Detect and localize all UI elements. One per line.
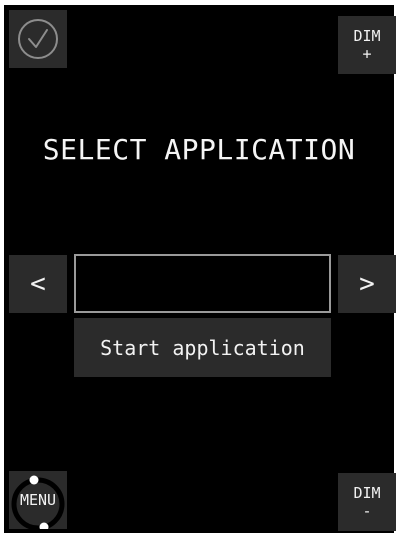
dim-down-symbol: - <box>362 502 372 520</box>
dim-down-label: DIM <box>353 484 381 502</box>
menu-button[interactable]: MENU <box>9 471 67 529</box>
dim-up-label: DIM <box>353 27 381 45</box>
chevron-left-icon: < <box>30 269 46 299</box>
start-application-label: Start application <box>100 335 305 360</box>
check-circle-icon <box>18 19 58 59</box>
dim-down-button[interactable]: DIM - <box>338 473 396 531</box>
menu-label: MENU <box>19 491 57 509</box>
confirm-button[interactable] <box>9 10 67 68</box>
start-application-button[interactable]: Start application <box>74 318 331 377</box>
dim-up-symbol: + <box>362 45 372 63</box>
next-app-button[interactable]: > <box>338 255 396 313</box>
device-screen: DIM + SELECT APPLICATION < > Start appli… <box>4 5 396 533</box>
prev-app-button[interactable]: < <box>9 255 67 313</box>
page-title: SELECT APPLICATION <box>42 133 356 166</box>
app-selection-display <box>74 254 331 313</box>
chevron-right-icon: > <box>359 269 375 299</box>
dim-up-button[interactable]: DIM + <box>338 16 396 74</box>
